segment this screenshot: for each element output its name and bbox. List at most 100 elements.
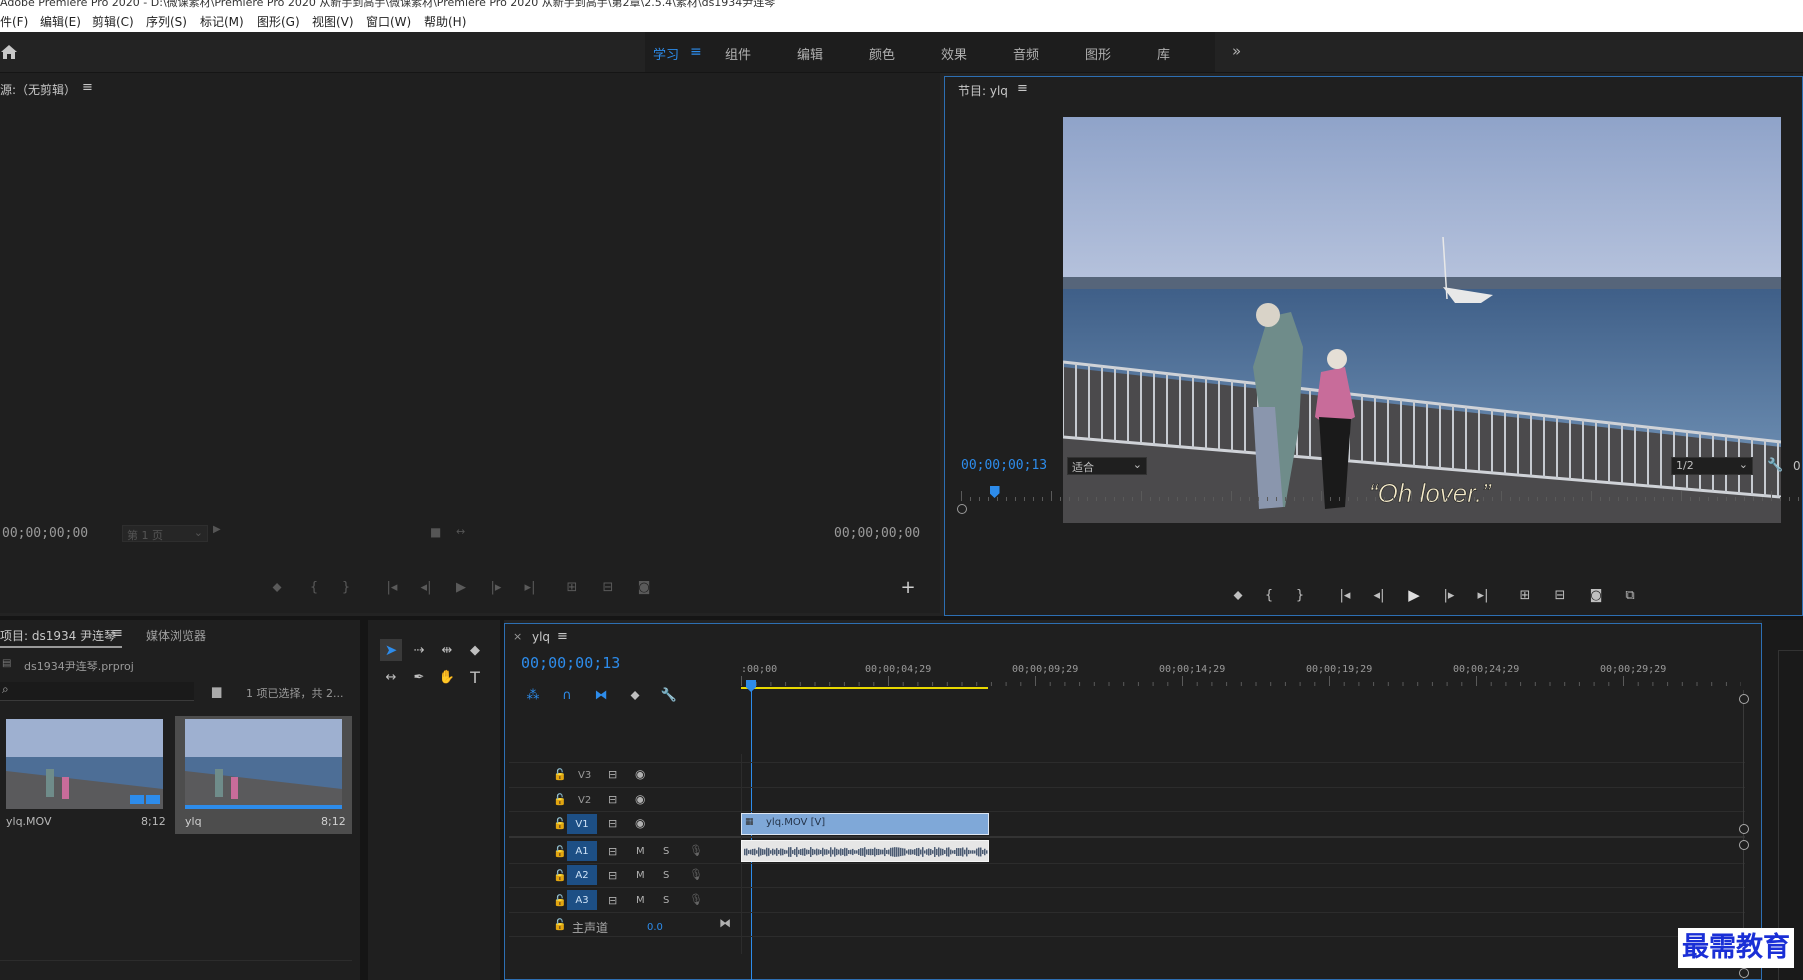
solo-button[interactable]: S <box>663 895 669 906</box>
menu-clip[interactable]: 剪辑(C) <box>92 13 134 30</box>
export-frame-icon[interactable]: ◙ <box>633 576 655 598</box>
audio-clip[interactable] <box>741 840 989 862</box>
track-target-v1[interactable]: V1 <box>567 814 597 834</box>
track-label-v2[interactable]: V2 <box>578 795 591 806</box>
type-tool-icon[interactable]: T <box>464 666 486 688</box>
sync-lock-icon[interactable]: ⊟ <box>608 845 617 858</box>
timeline-timecode[interactable]: 00;00;00;13 <box>521 654 620 672</box>
eye-icon[interactable]: ◉ <box>635 816 645 830</box>
go-to-out-icon[interactable]: ▸| <box>519 576 541 598</box>
mark-out-icon[interactable]: } <box>335 576 357 598</box>
source-monitor-title[interactable]: 源:（无剪辑） <box>0 81 76 98</box>
program-panel-menu-icon[interactable]: ≡ <box>1017 81 1028 96</box>
source-page-select[interactable]: 第 1 页 ⌄ <box>122 525 208 542</box>
fit-select[interactable]: 适合 ⌄ <box>1067 457 1147 475</box>
go-to-out-icon[interactable]: ▸| <box>1472 584 1494 606</box>
program-time-ruler[interactable] <box>961 489 1799 503</box>
menu-help[interactable]: 帮助(H) <box>424 13 466 30</box>
pen-tool-icon[interactable]: ✒ <box>408 666 430 688</box>
track-target-a1[interactable]: A1 <box>567 841 597 861</box>
workspace-tab-audio[interactable]: 音频 <box>1013 44 1039 63</box>
microphone-icon[interactable]: 🎙 <box>689 868 703 881</box>
project-item[interactable]: ylq 8;12 <box>175 716 352 834</box>
project-panel-menu-icon[interactable]: ≡ <box>112 626 123 641</box>
hand-tool-icon[interactable]: ✋ <box>436 666 458 688</box>
sequence-tab[interactable]: ylq <box>532 630 550 644</box>
workspace-tab-editing[interactable]: 编辑 <box>797 44 823 63</box>
track-label-v3[interactable]: V3 <box>578 770 591 781</box>
mute-button[interactable]: M <box>636 895 645 906</box>
nest-toggle-icon[interactable]: ⁂ <box>522 684 544 706</box>
workspace-tab-graphics[interactable]: 图形 <box>1085 44 1111 63</box>
sync-lock-icon[interactable]: ⊟ <box>608 894 617 907</box>
timeline-settings-icon[interactable]: 🔧 <box>658 684 680 706</box>
solo-button[interactable]: S <box>663 870 669 881</box>
lock-icon[interactable]: 🔓 <box>553 869 567 882</box>
menu-marker[interactable]: 标记(M) <box>200 13 244 30</box>
expand-icon[interactable]: ↔ <box>456 525 465 538</box>
resolution-select[interactable]: 1/2 ⌄ <box>1671 457 1753 475</box>
play-icon[interactable]: ▶ <box>1403 584 1425 606</box>
close-icon[interactable]: × <box>513 630 522 643</box>
workspace-tab-assembly[interactable]: 组件 <box>725 44 751 63</box>
scroll-handle[interactable] <box>1739 694 1749 704</box>
step-back-icon[interactable]: ◂| <box>415 576 437 598</box>
menu-window[interactable]: 窗口(W) <box>366 13 411 30</box>
selection-tool-icon[interactable]: ➤ <box>380 639 402 661</box>
microphone-icon[interactable]: 🎙 <box>689 844 703 857</box>
menu-graphics[interactable]: 图形(G) <box>257 13 300 30</box>
workspace-tab-libraries[interactable]: 库 <box>1157 44 1170 63</box>
mark-in-icon[interactable]: { <box>1258 584 1280 606</box>
fit-clip-icon[interactable]: ■ <box>430 525 441 539</box>
lock-icon[interactable]: 🔓 <box>553 918 567 931</box>
add-marker-icon[interactable]: ⬥ <box>624 684 646 706</box>
lock-icon[interactable]: 🔓 <box>553 768 567 781</box>
timeline-time-ruler[interactable]: :00;00 00;00;04;29 00;00;09;29 00;00;14;… <box>741 662 1741 692</box>
media-browser-tab[interactable]: 媒体浏览器 <box>146 627 206 644</box>
snap-icon[interactable]: ∩ <box>556 684 578 706</box>
workspace-tab-effects[interactable]: 效果 <box>941 44 967 63</box>
extract-icon[interactable]: ⊟ <box>1549 584 1571 606</box>
program-monitor-title[interactable]: 节目: ylq <box>958 82 1008 99</box>
panel-divider[interactable] <box>360 620 368 980</box>
sync-lock-icon[interactable]: ⊟ <box>608 793 617 806</box>
ripple-edit-tool-icon[interactable]: ⇹ <box>436 639 458 661</box>
slip-tool-icon[interactable]: ↔ <box>380 666 402 688</box>
eye-icon[interactable]: ◉ <box>635 792 645 806</box>
play-icon[interactable]: ▶ <box>450 576 472 598</box>
sync-lock-icon[interactable]: ⊟ <box>608 817 617 830</box>
menu-view[interactable]: 视图(V) <box>312 13 354 30</box>
track-select-tool-icon[interactable]: ⇢ <box>408 639 430 661</box>
source-timecode-out[interactable]: 00;00;00;00 <box>834 526 920 541</box>
track-target-a3[interactable]: A3 <box>567 890 597 910</box>
add-button[interactable]: + <box>897 576 919 598</box>
zoom-handle-icon[interactable] <box>957 504 967 514</box>
go-to-in-icon[interactable]: |◂ <box>1334 584 1356 606</box>
menu-sequence[interactable]: 序列(S) <box>146 13 187 30</box>
scroll-handle[interactable] <box>1739 824 1749 834</box>
mark-out-icon[interactable]: } <box>1289 584 1311 606</box>
linked-selection-icon[interactable]: ⧓ <box>590 684 612 706</box>
timeline-panel-menu-icon[interactable]: ≡ <box>557 629 568 644</box>
master-volume-value[interactable]: 0.0 <box>647 922 663 933</box>
mark-in-icon[interactable]: { <box>303 576 325 598</box>
menu-edit[interactable]: 编辑(E) <box>40 13 81 30</box>
lock-icon[interactable]: 🔓 <box>553 845 567 858</box>
workspace-menu-icon[interactable]: ≡ <box>690 44 702 60</box>
workspace-more-button[interactable]: » <box>1232 42 1241 60</box>
razor-tool-icon[interactable]: ◆ <box>464 639 486 661</box>
compare-view-icon[interactable]: ⧉ <box>1619 584 1641 606</box>
wrench-icon[interactable]: 🔧 <box>1767 458 1783 473</box>
sync-lock-icon[interactable]: ⊟ <box>608 869 617 882</box>
scroll-handle[interactable] <box>1739 840 1749 850</box>
lift-icon[interactable]: ⊞ <box>1514 584 1536 606</box>
microphone-icon[interactable]: 🎙 <box>689 893 703 906</box>
eye-icon[interactable]: ◉ <box>635 767 645 781</box>
solo-button[interactable]: S <box>663 846 669 857</box>
source-panel-menu-icon[interactable]: ≡ <box>82 80 93 95</box>
lock-icon[interactable]: 🔓 <box>553 894 567 907</box>
sync-lock-icon[interactable]: ⊟ <box>608 768 617 781</box>
step-forward-icon[interactable]: |▸ <box>1438 584 1460 606</box>
export-frame-icon[interactable]: ◙ <box>1585 584 1607 606</box>
step-forward-icon[interactable]: |▸ <box>485 576 507 598</box>
